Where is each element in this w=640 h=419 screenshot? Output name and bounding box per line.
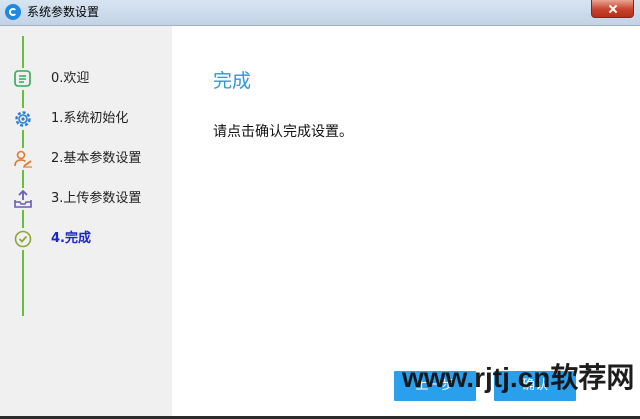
step-label: 4.完成 [51,231,91,246]
user-edit-icon [12,148,34,170]
page-title: 完成 [213,70,252,92]
wizard-sidebar: 0.欢迎 1.系统初始化 2.基本参数设置 3.上传参数设置 4.完成 [0,26,172,419]
window-title: 系统参数设置 [27,5,100,19]
site-watermark: www.rjtj.cn软荐网 [402,362,635,393]
step-basic-params[interactable]: 2.基本参数设置 [0,144,172,174]
check-circle-icon [12,228,34,250]
step-label: 3.上传参数设置 [51,191,142,206]
app-logo-icon [5,4,21,20]
document-list-icon [12,68,34,90]
step-upload-params[interactable]: 3.上传参数设置 [0,184,172,214]
step-label: 2.基本参数设置 [51,151,142,166]
step-welcome[interactable]: 0.欢迎 [0,64,172,94]
step-finish[interactable]: 4.完成 [0,224,172,254]
settings-window: 系统参数设置 0.欢迎 1.系统初始化 2.基本参数设置 3.上传参数设置 4.… [0,0,640,419]
instruction-text: 请点击确认完成设置。 [213,124,353,140]
step-label: 1.系统初始化 [51,111,129,126]
title-bar[interactable]: 系统参数设置 [0,0,640,26]
gear-icon [12,108,34,130]
step-system-init[interactable]: 1.系统初始化 [0,104,172,134]
close-button[interactable] [591,0,634,18]
upload-tray-icon [12,188,34,210]
step-label: 0.欢迎 [51,71,90,86]
